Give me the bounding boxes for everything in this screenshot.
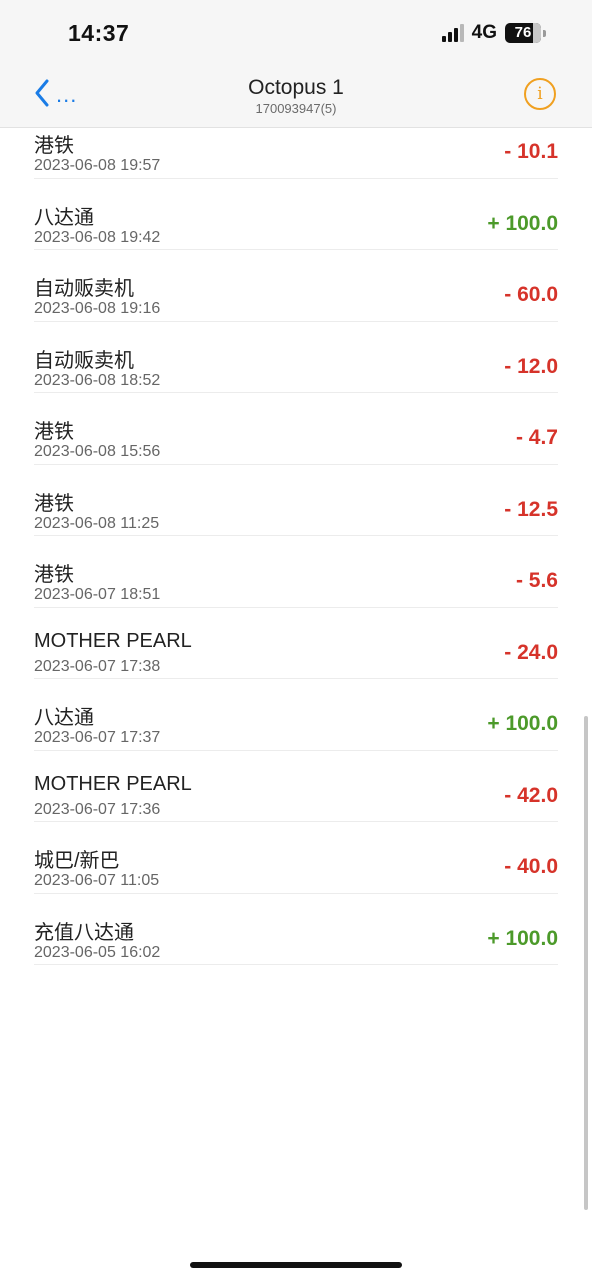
transaction-amount: + 100.0 bbox=[487, 926, 558, 950]
transaction-datetime: 2023-06-07 18:51 bbox=[34, 586, 161, 603]
battery-level: 76 bbox=[514, 24, 532, 41]
transaction-amount: - 40.0 bbox=[504, 855, 558, 878]
transaction-merchant: 八达通 bbox=[34, 707, 94, 729]
status-icons: 4G 76 bbox=[441, 22, 546, 44]
transaction-amount: - 4.7 bbox=[515, 426, 558, 449]
battery-icon: 76 bbox=[505, 23, 546, 43]
header: 14:37 4G 76 ... Octopus 1 170093947(5) i bbox=[0, 0, 592, 128]
transaction-amount: - 12.0 bbox=[504, 354, 558, 378]
transaction-row[interactable]: 港铁 2023-06-07 18:51 - 5.6 bbox=[34, 536, 558, 608]
transaction-datetime: 2023-06-08 11:25 bbox=[34, 514, 160, 532]
home-indicator[interactable] bbox=[190, 1262, 402, 1268]
transaction-row[interactable]: 八达通 2023-06-07 17:37 + 100.0 bbox=[34, 679, 558, 751]
transaction-merchant: 港铁 bbox=[34, 421, 74, 443]
page-title: Octopus 1 bbox=[248, 76, 344, 99]
transaction-merchant: 八达通 bbox=[34, 206, 94, 229]
transaction-datetime: 2023-06-08 15:56 bbox=[34, 443, 161, 460]
transaction-datetime: 2023-06-05 16:02 bbox=[34, 943, 161, 961]
transaction-datetime: 2023-06-08 18:52 bbox=[34, 371, 161, 389]
transaction-merchant: 港铁 bbox=[34, 135, 74, 157]
transaction-row[interactable]: 港铁 2023-06-08 11:25 - 12.5 bbox=[34, 465, 558, 536]
transaction-amount: + 100.0 bbox=[487, 211, 558, 235]
transaction-amount: - 42.0 bbox=[504, 783, 558, 807]
transaction-datetime: 2023-06-07 17:36 bbox=[34, 800, 161, 818]
transaction-list[interactable]: 港铁 2023-06-08 19:57- 10.1 八达通 2023-06-08 19… bbox=[0, 107, 592, 965]
card-number: 170093947(5) bbox=[255, 101, 337, 116]
transaction-merchant: 港铁 bbox=[34, 492, 74, 515]
transaction-datetime: 2023-06-07 17:37 bbox=[34, 729, 161, 746]
transaction-row[interactable]: 自动贩卖机 2023-06-08 19:16 - 60.0 bbox=[34, 250, 558, 322]
transaction-merchant: 自动贩卖机 bbox=[34, 278, 134, 300]
status-time: 14:37 bbox=[68, 20, 130, 46]
transaction-row[interactable]: 八达通 2023-06-08 19:42 + 100.0 bbox=[34, 179, 558, 250]
transaction-merchant: MOTHER PEARL bbox=[34, 629, 192, 652]
transaction-row[interactable]: 港铁 2023-06-08 15:56 - 4.7 bbox=[34, 393, 558, 465]
transaction-amount: - 24.0 bbox=[504, 640, 558, 664]
transaction-merchant: 充值八达通 bbox=[34, 921, 134, 944]
info-button[interactable]: i bbox=[524, 78, 556, 110]
scrollbar[interactable] bbox=[584, 716, 588, 1210]
transaction-row[interactable]: MOTHER PEARL 2023-06-07 17:38 - 24.0 bbox=[34, 608, 558, 679]
network-type: 4G bbox=[471, 22, 497, 43]
signal-icon bbox=[441, 24, 464, 42]
transaction-amount: - 5.6 bbox=[515, 569, 558, 592]
transaction-row[interactable]: 城巴/新巴 2023-06-07 11:05 - 40.0 bbox=[34, 822, 558, 894]
transaction-datetime: 2023-06-07 11:05 bbox=[34, 872, 160, 889]
transaction-row[interactable]: 充值八达通 2023-06-05 16:02 + 100.0 bbox=[34, 894, 558, 965]
transaction-amount: + 100.0 bbox=[487, 712, 558, 735]
transaction-merchant: 城巴/新巴 bbox=[34, 850, 120, 872]
transaction-amount: - 12.5 bbox=[504, 497, 558, 521]
transaction-datetime: 2023-06-08 19:16 bbox=[34, 300, 161, 317]
transaction-merchant: MOTHER PEARL bbox=[34, 772, 192, 795]
transaction-merchant: 自动贩卖机 bbox=[34, 349, 134, 372]
transaction-datetime: 2023-06-08 19:57 bbox=[34, 157, 161, 174]
transaction-row[interactable]: 自动贩卖机 2023-06-08 18:52 - 12.0 bbox=[34, 322, 558, 393]
transaction-merchant: 港铁 bbox=[34, 564, 74, 586]
transaction-datetime: 2023-06-07 17:38 bbox=[34, 657, 161, 675]
transaction-amount: - 60.0 bbox=[504, 283, 558, 306]
transaction-datetime: 2023-06-08 19:42 bbox=[34, 228, 161, 246]
info-icon: i bbox=[537, 84, 543, 104]
transaction-row[interactable]: MOTHER PEARL 2023-06-07 17:36 - 42.0 bbox=[34, 751, 558, 822]
transaction-amount: - 10.1 bbox=[504, 140, 558, 163]
screen: 14:37 4G 76 ... Octopus 1 170093947(5) i… bbox=[0, 0, 592, 1280]
